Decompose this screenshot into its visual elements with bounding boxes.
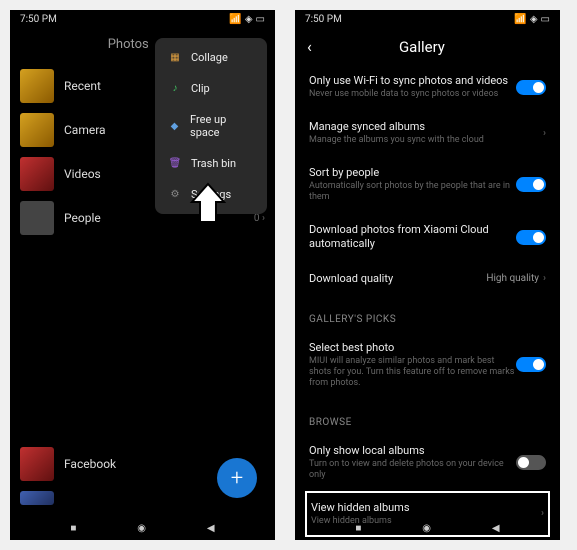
toggle-sort-people[interactable] xyxy=(516,177,546,192)
setting-local-albums[interactable]: Only show local albums Turn on to view a… xyxy=(309,434,546,491)
up-arrow-icon xyxy=(188,182,228,226)
section-picks: GALLERY'S PICKS xyxy=(309,296,546,331)
setting-manage-synced[interactable]: Manage synced albums Manage the albums y… xyxy=(309,110,546,156)
setting-sub: Automatically sort photos by the people … xyxy=(309,181,516,203)
setting-title: View hidden albums xyxy=(311,501,541,515)
setting-download-cloud[interactable]: Download photos from Xiaomi Cloud automa… xyxy=(309,213,546,262)
signal-icon: 📶 xyxy=(514,14,526,25)
nav-bar: ■ ◉ ◀ xyxy=(295,516,560,540)
setting-download-quality[interactable]: Download quality High quality › xyxy=(309,262,546,296)
thumb-recent xyxy=(20,69,54,103)
thumb-extra xyxy=(20,491,54,505)
menu-label: Clip xyxy=(191,82,210,95)
plus-icon: + xyxy=(231,466,243,491)
album-label: Camera xyxy=(64,123,106,137)
nav-home-icon[interactable]: ◉ xyxy=(422,523,431,534)
menu-label: Trash bin xyxy=(191,157,236,170)
setting-title: Manage synced albums xyxy=(309,120,543,134)
fab-add[interactable]: + xyxy=(217,458,257,498)
nav-recent-icon[interactable]: ■ xyxy=(70,523,76,534)
setting-sub: Manage the albums you sync with the clou… xyxy=(309,135,543,146)
phone-left: 7:50 PM 📶 ◈ ▭ Photos A Recent Camera Vid… xyxy=(10,10,275,540)
album-label: People xyxy=(64,211,101,225)
nav-home-icon[interactable]: ◉ xyxy=(137,523,146,534)
toggle-wifi-sync[interactable] xyxy=(516,80,546,95)
album-count: 0 › xyxy=(254,213,265,224)
setting-wifi-sync[interactable]: Only use Wi-Fi to sync photos and videos… xyxy=(309,64,546,110)
setting-title: Sort by people xyxy=(309,166,516,180)
setting-sub: Never use mobile data to sync photos or … xyxy=(309,89,516,100)
setting-sub: Turn on to view and delete photos on you… xyxy=(309,459,516,481)
gear-icon: ⚙ xyxy=(169,189,181,201)
status-icons: 📶 ◈ ▭ xyxy=(514,14,550,25)
album-label: Videos xyxy=(64,167,101,181)
battery-icon: ▭ xyxy=(256,14,265,25)
tab-photos[interactable]: Photos xyxy=(108,37,149,52)
clip-icon: ♪ xyxy=(169,83,181,95)
setting-title: Only show local albums xyxy=(309,444,516,458)
menu-free-up[interactable]: ◆ Free up space xyxy=(155,104,267,148)
chevron-right-icon: › xyxy=(543,128,546,139)
setting-title: Only use Wi-Fi to sync photos and videos xyxy=(309,74,516,88)
status-icons: 📶 ◈ ▭ xyxy=(229,14,265,25)
album-label: Recent xyxy=(64,79,101,93)
wifi-icon: ◈ xyxy=(530,14,538,25)
toggle-local-albums[interactable] xyxy=(516,455,546,470)
menu-label: Collage xyxy=(191,51,228,64)
album-label: Facebook xyxy=(64,457,116,471)
trash-icon: 🗑 xyxy=(169,158,181,170)
toggle-download[interactable] xyxy=(516,230,546,245)
status-bar: 7:50 PM 📶 ◈ ▭ xyxy=(10,10,275,29)
arrow-pointer xyxy=(188,182,228,229)
status-bar: 7:50 PM 📶 ◈ ▭ xyxy=(295,10,560,29)
nav-recent-icon[interactable]: ■ xyxy=(355,523,361,534)
settings-list: Only use Wi-Fi to sync photos and videos… xyxy=(295,64,560,540)
signal-icon: 📶 xyxy=(229,14,241,25)
setting-best-photo[interactable]: Select best photo MIUI will analyze simi… xyxy=(309,331,546,399)
menu-label: Free up space xyxy=(190,113,253,139)
status-time: 7:50 PM xyxy=(305,14,342,25)
battery-icon: ▭ xyxy=(541,14,550,25)
setting-title: Download photos from Xiaomi Cloud automa… xyxy=(309,223,516,252)
status-time: 7:50 PM xyxy=(20,14,57,25)
nav-back-icon[interactable]: ◀ xyxy=(207,523,215,534)
collage-icon: ▦ xyxy=(169,52,181,64)
setting-value: High quality xyxy=(486,273,539,284)
nav-back-icon[interactable]: ◀ xyxy=(492,523,500,534)
wifi-icon: ◈ xyxy=(245,14,253,25)
thumb-facebook xyxy=(20,447,54,481)
page-title: Gallery xyxy=(312,38,532,56)
section-browse: BROWSE xyxy=(309,399,546,434)
setting-title: Download quality xyxy=(309,272,486,286)
menu-collage[interactable]: ▦ Collage xyxy=(155,42,267,73)
thumb-videos xyxy=(20,157,54,191)
phone-right: 7:50 PM 📶 ◈ ▭ ‹ Gallery Only use Wi-Fi t… xyxy=(295,10,560,540)
chevron-right-icon: › xyxy=(543,273,546,284)
thumb-people xyxy=(20,201,54,235)
nav-bar: ■ ◉ ◀ xyxy=(10,516,275,540)
thumb-camera xyxy=(20,113,54,147)
setting-sort-people[interactable]: Sort by people Automatically sort photos… xyxy=(309,156,546,213)
setting-title: Select best photo xyxy=(309,341,516,355)
menu-clip[interactable]: ♪ Clip xyxy=(155,73,267,104)
free-up-icon: ◆ xyxy=(169,120,180,132)
header: ‹ Gallery xyxy=(295,29,560,64)
menu-trash[interactable]: 🗑 Trash bin xyxy=(155,148,267,179)
setting-sub: MIUI will analyze similar photos and mar… xyxy=(309,356,516,388)
toggle-best-photo[interactable] xyxy=(516,357,546,372)
